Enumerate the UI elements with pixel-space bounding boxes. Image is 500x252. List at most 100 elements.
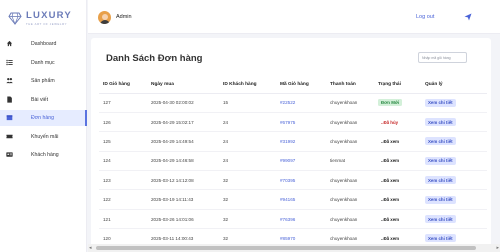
sidebar-item-products[interactable]: Sản phẩm [0,73,87,89]
brand-name: LUXURY [26,10,72,21]
horizontal-scrollbar[interactable]: ◂ ▸ [88,244,500,252]
customer-id: 15 [223,100,229,106]
page-title: Danh Sách Đơn hàng [106,53,203,64]
order-search-input[interactable] [418,52,467,63]
table-row: 122 2025-03-19 14:11:43 32 #94165 chuyenkhoa… [99,189,487,210]
top-bar: Admin Log out [88,0,500,34]
sidebar-item-label: Danh mục [31,59,55,66]
people-icon [6,77,13,84]
sidebar-item-dashboard[interactable]: Dashboard [0,36,87,52]
view-detail-button[interactable]: Xem chi tiết [425,137,456,146]
cart-code-cell: #99097 [276,151,326,172]
cart-code-cell: #31992 [276,131,326,152]
view-detail-button[interactable]: Xem chi tiết [425,118,456,127]
order-date: 2025-04-30 02:00:02 [151,100,194,106]
cart-code-link[interactable]: #94165 [280,197,295,202]
diamond-logo-icon [8,12,22,25]
sidebar-item-label: Đơn hàng [31,115,55,121]
payment-cell: chuyenkhoan [326,112,374,133]
file-icon [7,95,12,103]
cart-code-link[interactable]: #99097 [280,158,295,163]
payment-method: chuyenkhoan [330,119,358,125]
sidebar-item-promotions[interactable]: Khuyến mãi [0,129,87,145]
payment-cell: chuyenkhoan [326,170,374,191]
manage-cell: Xem chi tiết [421,131,487,152]
column-header-customer-id: ID Khách hàng [219,77,276,94]
sidebar-item-categories[interactable]: Danh mục [0,55,87,71]
view-detail-button[interactable]: Xem chi tiết [425,234,456,243]
cart-id: 126 [103,119,111,125]
view-detail-button[interactable]: Xem chi tiết [425,215,456,224]
cart-id: 124 [103,158,111,164]
payment-method: chuyenkhoan [330,100,358,106]
cart-code-link[interactable]: #70395 [280,178,295,183]
date-cell: 2025-03-26 14:01:06 [147,209,219,230]
status-badge: ..Đã hủy [381,119,399,125]
column-header-status: Trạng thái [374,77,421,94]
status-badge: ..Đã xem [381,177,400,183]
cart-code-link[interactable]: #76396 [280,217,295,222]
column-header-cart-id: ID Giỏ hàng [99,77,147,94]
cart-code-link[interactable]: #22522 [280,100,295,105]
cart-code-cell: #22522 [276,93,326,113]
sidebar-item-posts[interactable]: Bài viết [0,92,87,108]
logout-link[interactable]: Log out [416,14,434,20]
cart-code-link[interactable]: #85970 [280,236,295,241]
cart-id: 123 [103,177,111,183]
table-row: 126 2025-04-29 15:02:17 24 #67975 chuyenkhoa… [99,112,487,133]
manage-cell: Xem chi tiết [421,189,487,210]
scroll-right-icon[interactable]: ▸ [496,245,499,251]
cart-id: 120 [103,235,111,241]
view-detail-button[interactable]: Xem chi tiết [425,156,456,165]
sidebar: LUXURY THE ART OF JEWELRY Dashboard Danh… [0,0,87,252]
status-badge: ..Đã xem [381,235,400,241]
cart-code-link[interactable]: #31992 [280,139,295,144]
status-cell: ..Đã xem [374,209,421,230]
status-badge: ..Đã xem [381,216,400,222]
status-badge: ..Đã xem [381,138,400,144]
view-detail-button[interactable]: Xem chi tiết [425,176,456,185]
cart-code-cell: #76396 [276,209,326,230]
view-detail-button[interactable]: Xem chi tiết [425,195,456,204]
payment-cell: chuyenkhoan [326,93,374,113]
orders-table: ID Giỏ hàng Ngày mua ID Khách hàng Mã Gi… [99,77,487,249]
customer-id: 24 [223,119,229,125]
customer-id-cell: 15 [219,93,276,113]
orders-panel: Danh Sách Đơn hàng ID Giỏ hàng Ngày mua … [91,38,491,252]
cart-id-cell: 121 [99,209,147,230]
status-cell: ..Đã xem [374,189,421,210]
table-row: 121 2025-03-26 14:01:06 32 #76396 chuyenkhoa… [99,209,487,230]
payment-method: chuyenkhoan [330,177,358,183]
order-date: 2025-04-29 14:49:54 [151,138,194,144]
cart-code-link[interactable]: #67975 [280,120,295,125]
manage-cell: Xem chi tiết [421,112,487,133]
avatar-face [101,13,108,20]
status-cell: ..Đã xem [374,170,421,191]
customer-id: 24 [223,158,229,164]
cart-id-cell: 126 [99,112,147,133]
sidebar-item-customers[interactable]: Khách hàng [0,147,87,163]
customer-id: 32 [223,197,229,203]
send-icon[interactable] [464,13,472,21]
payment-method: chuyenkhoan [330,197,358,203]
status-badge: ..Đã xem [381,197,400,203]
view-detail-button[interactable]: Xem chi tiết [425,98,456,107]
avatar[interactable] [98,11,111,24]
table-row: 124 2025-04-29 14:46:58 24 #99097 tienmat ..Đ… [99,151,487,172]
sidebar-item-label: Sản phẩm [31,78,55,84]
status-cell: ..Đã xem [374,131,421,152]
status-cell: ..Đã xem [374,151,421,172]
brand-logo[interactable]: LUXURY THE ART OF JEWELRY [8,8,83,34]
date-cell: 2025-04-29 14:46:58 [147,151,219,172]
manage-cell: Xem chi tiết [421,93,487,113]
scrollbar-thumb[interactable] [96,246,476,250]
cart-id: 122 [103,197,111,203]
customer-id: 32 [223,235,229,241]
cart-id: 121 [103,216,111,222]
scroll-left-icon[interactable]: ◂ [89,245,92,251]
date-cell: 2025-03-12 14:12:08 [147,170,219,191]
status-badge: Đơn Mới [378,99,403,107]
payment-method: chuyenkhoan [330,138,358,144]
ticket-icon [6,134,13,138]
sidebar-item-orders[interactable]: Đơn hàng [0,110,87,126]
